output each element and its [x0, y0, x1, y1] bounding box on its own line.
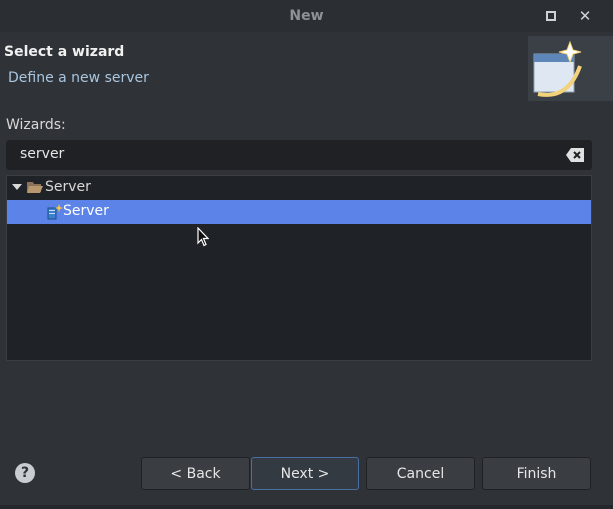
back-button[interactable]: < Back [141, 457, 250, 490]
wizards-label: Wizards: [6, 117, 66, 133]
wizard-banner-icon [528, 36, 613, 101]
expand-arrow-icon[interactable] [12, 182, 22, 192]
title-bar: New ✕ [0, 0, 613, 32]
maximize-icon [546, 11, 556, 21]
clear-input-icon[interactable] [566, 148, 584, 162]
cancel-button[interactable]: Cancel [366, 457, 475, 490]
wizard-filter-input[interactable]: server [6, 140, 592, 170]
tree-item-label: Server [45, 179, 91, 195]
tree-item-server-wizard[interactable]: Server [7, 200, 591, 224]
window-title: New [289, 8, 324, 24]
page-subtitle: Define a new server [8, 70, 149, 86]
wizard-filter-value[interactable]: server [20, 146, 64, 162]
window-bottom-edge [0, 505, 613, 509]
server-icon [47, 204, 63, 220]
maximize-button[interactable] [543, 8, 559, 24]
wizard-tree[interactable]: Server Server [6, 175, 592, 361]
tree-item-server-folder[interactable]: Server [7, 176, 591, 200]
wizard-header: Select a wizard Define a new server [0, 33, 613, 101]
close-button[interactable]: ✕ [577, 7, 593, 25]
help-icon[interactable]: ? [15, 463, 35, 483]
mouse-cursor-icon [197, 227, 209, 247]
next-button[interactable]: Next > [251, 457, 359, 490]
help-glyph: ? [20, 465, 30, 481]
close-icon: ✕ [578, 7, 592, 25]
tree-item-label: Server [63, 203, 109, 219]
finish-button[interactable]: Finish [482, 457, 591, 490]
folder-open-icon [27, 182, 43, 193]
page-title: Select a wizard [4, 44, 125, 60]
